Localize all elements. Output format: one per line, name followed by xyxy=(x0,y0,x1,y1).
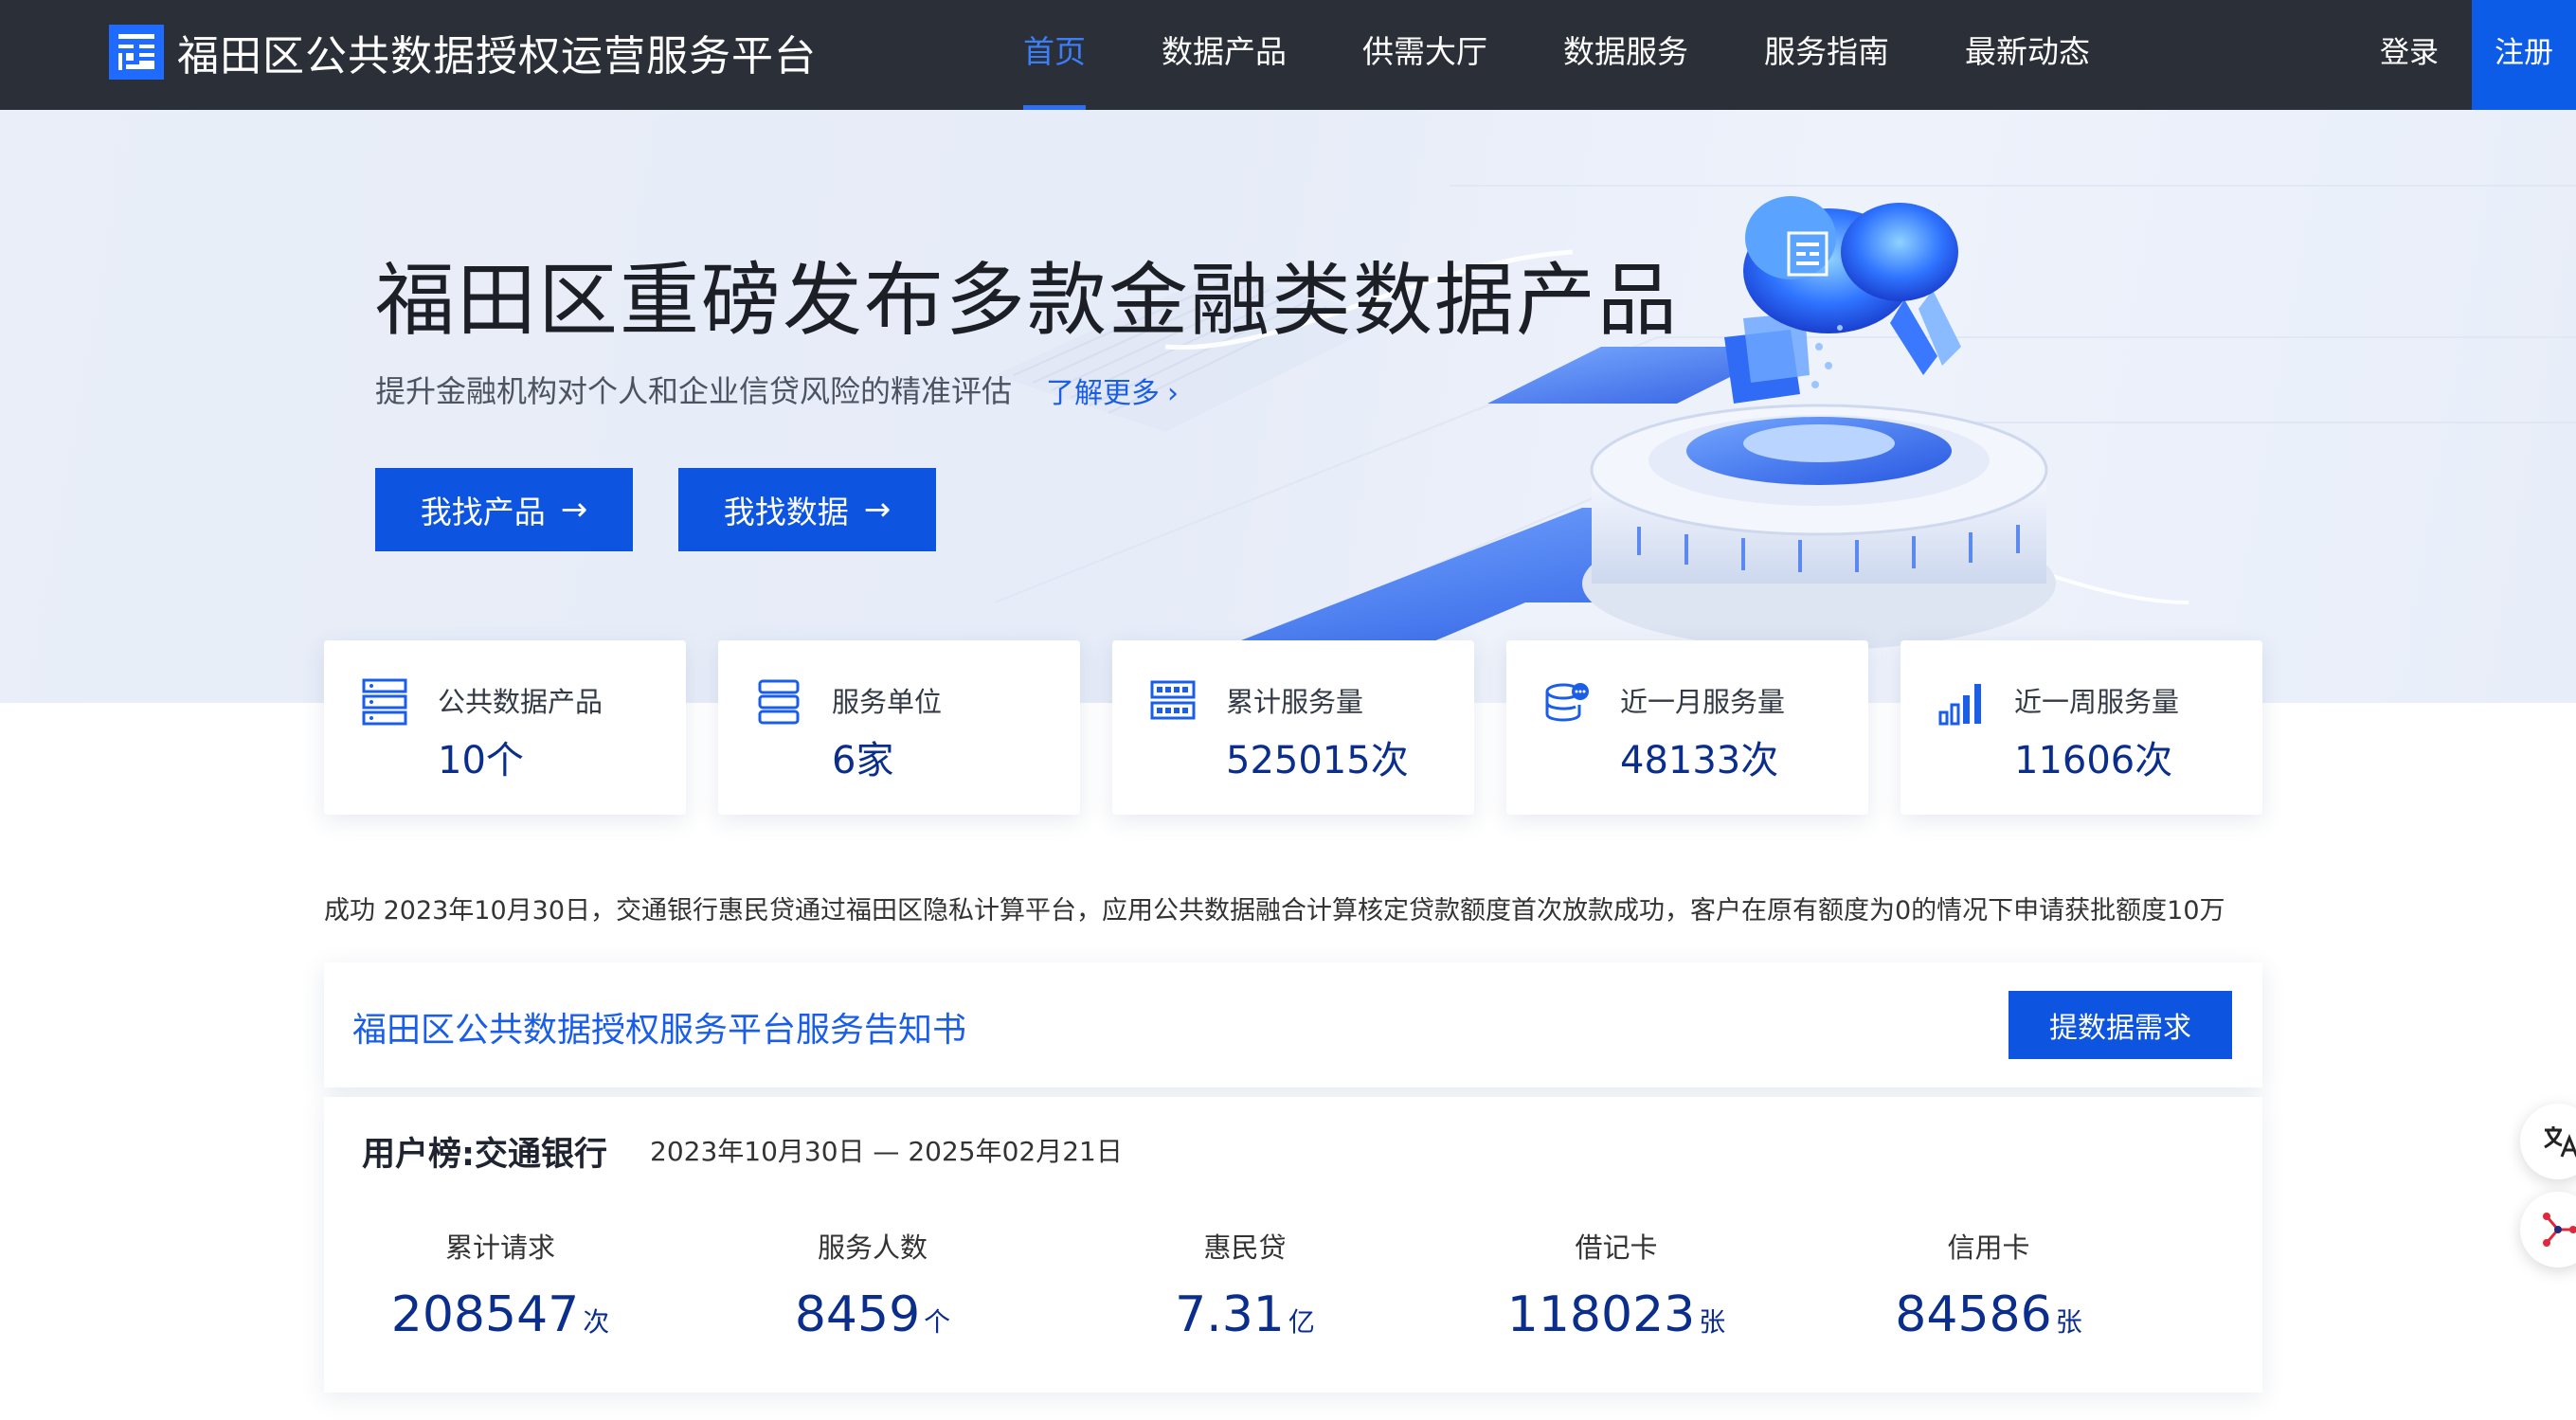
assistant-float-button[interactable] xyxy=(2520,1192,2576,1267)
submit-data-request-button[interactable]: 提数据需求 xyxy=(2009,991,2232,1059)
nav-supply-demand-hall[interactable]: 供需大厅 xyxy=(1362,0,1487,110)
brand[interactable]: 福田区公共数据授权运营服务平台 xyxy=(109,25,817,81)
metric-label: 信用卡 xyxy=(1947,1231,2030,1264)
metric-value: 118023 张 xyxy=(1474,1286,1758,1343)
stat-card-total-service: 累计服务量 525015次 xyxy=(1112,640,1474,815)
database-chat-icon xyxy=(1545,683,1589,722)
stat-card-weekly-service: 近一周服务量 11606次 xyxy=(1900,640,2262,815)
learn-more-label: 了解更多 xyxy=(1046,377,1160,410)
stat-value: 48133次 xyxy=(1620,739,1779,782)
stat-value: 10个 xyxy=(438,739,524,782)
nav-service-guide[interactable]: 服务指南 xyxy=(1764,0,1889,110)
metric-value: 84586 张 xyxy=(1846,1286,2131,1343)
hero-banner: 福田区重磅发布多款金融类数据产品 提升金融机构对个人和企业信贷风险的精准评估 了… xyxy=(0,110,2576,703)
brand-name: 福田区公共数据授权运营服务平台 xyxy=(177,32,817,81)
signal-bars-icon xyxy=(1938,684,1981,726)
stack-icon xyxy=(758,679,800,725)
metric-label: 借记卡 xyxy=(1575,1231,1658,1264)
metric-unit: 个 xyxy=(924,1306,951,1338)
metric-label: 服务人数 xyxy=(817,1231,928,1264)
grid-panel-icon xyxy=(1150,680,1196,720)
metric-huimin-loan: 惠民贷 7.31 亿 xyxy=(1103,1226,1387,1343)
find-data-button[interactable]: 我找数据 → xyxy=(678,468,936,551)
stat-value: 525015次 xyxy=(1226,739,1409,782)
data-cloud-illustration xyxy=(995,185,2576,703)
translate-float-button[interactable] xyxy=(2520,1104,2576,1179)
metric-value: 208547 次 xyxy=(358,1286,642,1343)
metric-label: 累计请求 xyxy=(444,1231,555,1264)
learn-more-link[interactable]: 了解更多 › xyxy=(1046,369,1179,411)
stat-card-public-data-products: 公共数据产品 10个 xyxy=(324,640,686,815)
nav-latest-news[interactable]: 最新动态 xyxy=(1965,0,2090,110)
banner-subtitle: 提升金融机构对个人和企业信贷风险的精准评估 xyxy=(375,373,1013,409)
find-product-button[interactable]: 我找产品 → xyxy=(375,468,633,551)
news-ticker[interactable]: 成功 2023年10月30日，交通银行惠民贷通过福田区隐私计算平台，应用公共数据… xyxy=(324,892,2262,930)
arrow-right-icon: → xyxy=(863,491,892,529)
service-notice-bar: 福田区公共数据授权服务平台服务告知书 提数据需求 xyxy=(324,962,2262,1087)
stat-value: 11606次 xyxy=(2014,739,2173,782)
metric-number: 84586 xyxy=(1895,1286,2052,1343)
metric-number: 8459 xyxy=(794,1286,921,1343)
metric-unit: 亿 xyxy=(1288,1306,1315,1338)
top-navigation-bar: 福田区公共数据授权运营服务平台 首页 数据产品 供需大厅 数据服务 服务指南 最… xyxy=(0,0,2576,110)
login-link[interactable]: 登录 xyxy=(2380,0,2439,110)
metric-unit: 张 xyxy=(1699,1306,1726,1338)
nav-data-products[interactable]: 数据产品 xyxy=(1162,0,1287,110)
stat-label: 公共数据产品 xyxy=(438,686,603,718)
service-notice-link[interactable]: 福田区公共数据授权服务平台服务告知书 xyxy=(352,1002,966,1052)
user-ranking-panel: 用户榜:交通银行 2023年10月30日 — 2025年02月21日 累计请求 … xyxy=(324,1097,2262,1393)
metric-value: 8459 个 xyxy=(730,1286,1015,1343)
main-nav: 首页 数据产品 供需大厅 数据服务 服务指南 最新动态 xyxy=(1023,0,2166,110)
stat-label: 近一月服务量 xyxy=(1620,686,1786,718)
translate-icon xyxy=(2544,1126,2576,1158)
metric-debit-card: 借记卡 118023 张 xyxy=(1474,1226,1758,1343)
banner-title: 福田区重磅发布多款金融类数据产品 xyxy=(375,254,1680,347)
nav-home[interactable]: 首页 xyxy=(1023,0,1086,110)
metric-label: 惠民贷 xyxy=(1203,1231,1287,1264)
stat-card-service-units: 服务单位 6家 xyxy=(718,640,1080,815)
nav-data-services[interactable]: 数据服务 xyxy=(1563,0,1688,110)
metric-value: 7.31 亿 xyxy=(1103,1286,1387,1343)
metric-number: 208547 xyxy=(390,1286,580,1343)
find-product-label: 我找产品 xyxy=(420,494,546,530)
arrow-right-icon: → xyxy=(560,491,588,529)
metric-number: 7.31 xyxy=(1175,1286,1285,1343)
ranking-date-range: 2023年10月30日 — 2025年02月21日 xyxy=(650,1136,1123,1167)
network-nodes-icon xyxy=(2543,1213,2576,1247)
metric-unit: 张 xyxy=(2055,1306,2082,1338)
stat-label: 服务单位 xyxy=(832,686,943,718)
stat-label: 累计服务量 xyxy=(1226,686,1364,718)
register-button[interactable]: 注册 xyxy=(2472,0,2576,110)
metric-unit: 次 xyxy=(583,1306,610,1338)
metric-people-served: 服务人数 8459 个 xyxy=(730,1226,1015,1343)
metric-number: 118023 xyxy=(1506,1286,1696,1343)
platform-logo-icon xyxy=(109,25,164,80)
server-rack-icon xyxy=(362,678,407,726)
find-data-label: 我找数据 xyxy=(723,494,849,530)
ranking-title: 用户榜:交通银行 xyxy=(362,1136,607,1174)
metric-total-requests: 累计请求 208547 次 xyxy=(358,1226,642,1343)
stat-card-monthly-service: 近一月服务量 48133次 xyxy=(1506,640,1868,815)
chevron-right-icon: › xyxy=(1167,377,1179,410)
stat-value: 6家 xyxy=(832,739,894,782)
stat-label: 近一周服务量 xyxy=(2014,686,2180,718)
metric-credit-card: 信用卡 84586 张 xyxy=(1846,1226,2131,1343)
